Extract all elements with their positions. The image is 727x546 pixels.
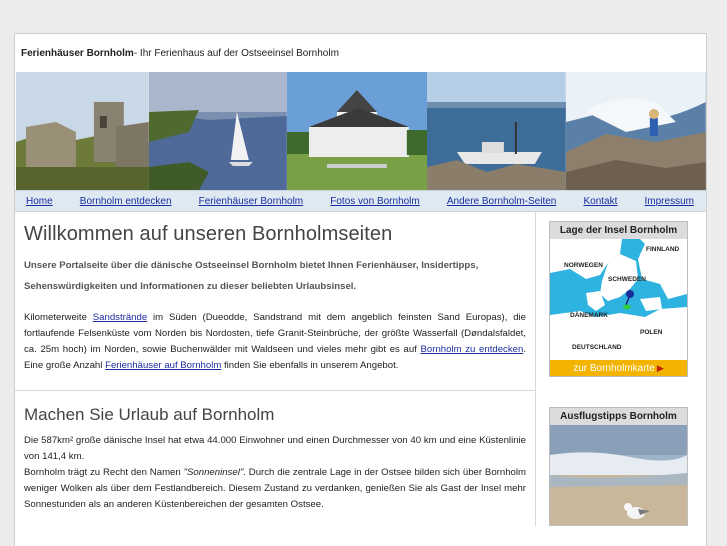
nav-andere-seiten[interactable]: Andere Bornholm-Seiten bbox=[447, 196, 557, 207]
main-navigation: Home Bornholm entdecken Ferienhäuser Bor… bbox=[15, 190, 706, 212]
link-sandstraende[interactable]: Sandstrände bbox=[93, 312, 147, 323]
map-label-deutschland: DEUTSCHLAND bbox=[572, 344, 622, 351]
map-label-finnland: FINNLAND bbox=[646, 246, 680, 253]
intro-text: Unsere Portalseite über die dänische Ost… bbox=[24, 260, 479, 292]
photo-sailboat bbox=[148, 72, 287, 190]
section-title: Machen Sie Urlaub auf Bornholm bbox=[24, 405, 275, 424]
tips-box: Ausflugstipps Bornholm bbox=[549, 407, 688, 526]
map-label-schweden: SCHWEDEN bbox=[608, 276, 646, 283]
map-link-button[interactable]: zur Bornholmkarte ▶ bbox=[550, 360, 687, 376]
nav-bornholm-entdecken[interactable]: Bornholm entdecken bbox=[80, 196, 172, 207]
text-span: Die 587km² große dänische Insel hat etwa… bbox=[24, 435, 526, 462]
header-photo-strip bbox=[16, 72, 706, 190]
content-column: Willkommen auf unseren Bornholmseiten Un… bbox=[15, 212, 536, 526]
main-area: Willkommen auf unseren Bornholmseiten Un… bbox=[15, 212, 706, 526]
tips-box-title: Ausflugstipps Bornholm bbox=[550, 408, 687, 425]
text-span: Kilometerweite bbox=[24, 312, 93, 323]
nav-fotos[interactable]: Fotos von Bornholm bbox=[330, 196, 420, 207]
link-bornholm-entdecken[interactable]: Bornholm zu entdecken bbox=[421, 344, 524, 355]
welcome-section: Willkommen auf unseren Bornholmseiten Un… bbox=[15, 223, 535, 390]
map-label-daenemark: DÄNEMARK bbox=[570, 311, 608, 319]
site-header: Ferienhäuser Bornholm - Ihr Ferienhaus a… bbox=[15, 34, 706, 72]
nav-home[interactable]: Home bbox=[26, 196, 53, 207]
link-ferienhaeuser[interactable]: Ferienhäuser auf Bornholm bbox=[105, 360, 221, 371]
triangle-right-icon: ▶ bbox=[656, 363, 664, 373]
map-box: Lage der Insel Bornholm FINNLAND NORWEGE… bbox=[549, 221, 688, 377]
text-span: Bornholm trägt zu Recht den Namen bbox=[24, 467, 184, 478]
page-container: Ferienhäuser Bornholm - Ihr Ferienhaus a… bbox=[14, 33, 707, 546]
nav-impressum[interactable]: Impressum bbox=[645, 196, 694, 207]
photo-castle-ruin bbox=[16, 72, 149, 190]
map-link-label: zur Bornholmkarte bbox=[573, 363, 655, 374]
vacation-section: Machen Sie Urlaub auf Bornholm Die 587km… bbox=[15, 390, 535, 513]
photo-seagull-beach[interactable] bbox=[550, 425, 687, 525]
photo-child-on-rocks bbox=[566, 72, 706, 190]
map-label-polen: POLEN bbox=[640, 329, 663, 336]
site-tagline: - Ihr Ferienhaus auf der Ostseeinsel Bor… bbox=[133, 47, 339, 59]
map-box-title: Lage der Insel Bornholm bbox=[550, 222, 687, 239]
map-label-norwegen: NORWEGEN bbox=[564, 262, 603, 269]
page-title: Willkommen auf unseren Bornholmseiten bbox=[24, 223, 393, 245]
sidebar: Lage der Insel Bornholm FINNLAND NORWEGE… bbox=[549, 212, 699, 526]
nav-kontakt[interactable]: Kontakt bbox=[583, 196, 617, 207]
text-emphasis: "Sonneninsel" bbox=[183, 467, 244, 478]
photo-fishing-boat bbox=[427, 72, 567, 190]
photo-round-church bbox=[286, 72, 428, 190]
baltic-map[interactable]: FINNLAND NORWEGEN SCHWEDEN DÄNEMARK POLE… bbox=[550, 239, 687, 360]
facts-paragraph: Die 587km² große dänische Insel hat etwa… bbox=[24, 433, 526, 513]
site-name[interactable]: Ferienhäuser Bornholm bbox=[21, 48, 134, 59]
nav-ferienhaeuser[interactable]: Ferienhäuser Bornholm bbox=[199, 196, 304, 207]
welcome-paragraph: Kilometerweite Sandstrände im Süden (Due… bbox=[24, 310, 526, 374]
text-span: finden Sie ebenfalls in unserem Angebot. bbox=[221, 360, 399, 371]
